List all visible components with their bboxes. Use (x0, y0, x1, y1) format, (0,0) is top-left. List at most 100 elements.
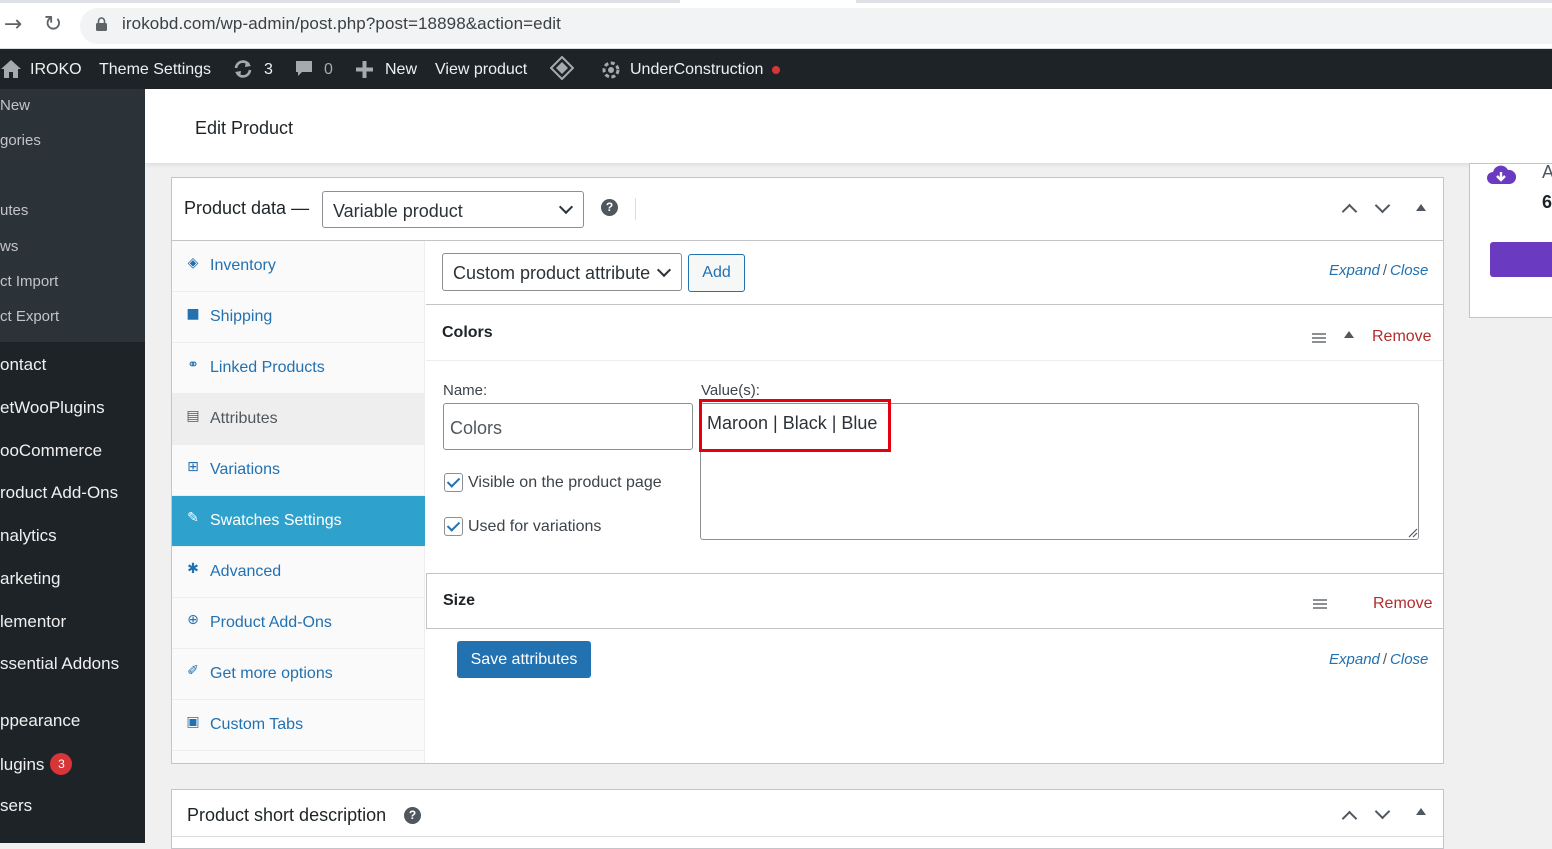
product-data-label: Product data — (184, 198, 310, 218)
drag-handle-icon[interactable] (1312, 333, 1326, 343)
product-data-panel: Product data — Variable product ? ◈ Inve… (171, 177, 1444, 764)
sidebar-sub-item-new[interactable]: New (0, 97, 30, 114)
tab-label: Swatches Settings (210, 512, 342, 529)
sidebar-item-plugins-label: lugins (0, 755, 45, 774)
diamond-logo-icon[interactable] (550, 56, 574, 80)
sidebar-sub-item-reviews[interactable]: ws (0, 238, 18, 255)
home-icon[interactable] (0, 59, 22, 79)
comments-count[interactable]: 0 (324, 49, 333, 89)
move-up-icon[interactable] (1341, 203, 1358, 220)
header-divider (635, 198, 636, 220)
wrench-icon: ✎ (187, 510, 199, 526)
attribute-name-input[interactable]: Colors (443, 403, 693, 450)
tab-product-add-ons[interactable]: ⊕ Product Add-Ons (172, 598, 425, 649)
move-down-icon[interactable] (1374, 803, 1391, 820)
drag-handle-icon[interactable] (1313, 599, 1327, 609)
link-separator: / (1382, 262, 1388, 279)
tab-label: Inventory (210, 257, 276, 274)
sidebar-sub-item-categories[interactable]: gories (0, 132, 41, 149)
grid-icon: ⊞ (187, 459, 199, 475)
name-label: Name: (443, 382, 488, 399)
sidebar-item-essential-addons[interactable]: ssential Addons (0, 654, 119, 674)
variations-label[interactable]: Used for variations (468, 518, 601, 536)
collapse-toggle-icon[interactable] (1344, 331, 1354, 338)
help-icon[interactable]: ? (404, 807, 421, 824)
sidebar-item-analytics[interactable]: nalytics (0, 526, 57, 546)
resize-handle-icon[interactable] (1408, 528, 1418, 538)
tab-custom-tabs[interactable]: ▣ Custom Tabs (172, 700, 425, 751)
new-link[interactable]: New (385, 49, 417, 89)
under-construction-link[interactable]: UnderConstruction (630, 49, 763, 89)
back-arrow-icon[interactable]: → (0, 12, 26, 38)
admin-bar: IROKO Theme Settings 3 0 New View produc… (0, 49, 1552, 89)
gear-icon[interactable] (600, 59, 622, 81)
sidebar-sub-item-attributes[interactable]: utes (0, 202, 28, 219)
lock-icon (96, 17, 107, 31)
expand-close-links: Expand / Close (1329, 262, 1428, 279)
variations-checkbox[interactable] (444, 517, 463, 536)
product-type-select[interactable]: Variable product (322, 191, 584, 228)
save-attributes-button[interactable]: Save attributes (457, 641, 591, 678)
product-data-header: Product data — Variable product ? (172, 178, 1443, 241)
tab-variations[interactable]: ⊞ Variations (172, 445, 425, 496)
updates-icon[interactable] (232, 59, 254, 79)
expand-link[interactable]: Expand (1329, 262, 1380, 279)
sidebar-item-marketing[interactable]: arketing (0, 569, 60, 589)
close-link[interactable]: Close (1390, 651, 1428, 668)
attribute-type-select[interactable]: Custom product attribute (442, 253, 682, 291)
attribute-size: Size Remove (426, 573, 1443, 629)
updates-count[interactable]: 3 (264, 49, 273, 89)
theme-settings-link[interactable]: Theme Settings (99, 49, 211, 89)
sidebar-item-woocommerce[interactable]: ooCommerce (0, 441, 102, 461)
sidebar-item-plugins[interactable]: lugins 3 (0, 753, 73, 775)
expand-link[interactable]: Expand (1329, 651, 1380, 668)
active-tab-edge (680, 0, 856, 3)
tab-shipping[interactable]: ■ Shipping (172, 292, 425, 343)
link-icon: ⚭ (187, 357, 199, 373)
attribute-title[interactable]: Size (443, 592, 475, 610)
sidebar-item-getwooplugins[interactable]: etWooPlugins (0, 398, 105, 418)
attribute-title[interactable]: Colors (442, 324, 493, 342)
sidebar-sub-item-product-import[interactable]: ct Import (0, 273, 58, 290)
sidebar-item-product-add-ons[interactable]: roduct Add-Ons (0, 483, 118, 503)
plus-icon[interactable] (356, 61, 373, 78)
tab-label: Linked Products (210, 359, 325, 376)
panel-divider (172, 836, 1443, 837)
view-product-link[interactable]: View product (435, 49, 527, 89)
visible-checkbox[interactable] (444, 473, 463, 492)
tag-icon: ◈ (187, 255, 199, 271)
tab-advanced[interactable]: ✱ Advanced (172, 547, 425, 598)
url-text[interactable]: irokobd.com/wp-admin/post.php?post=18898… (122, 14, 561, 34)
sidebar-item-contact[interactable]: ontact (0, 355, 46, 375)
attribute-type-value: Custom product attribute (453, 263, 651, 283)
tab-get-more-options[interactable]: ✐ Get more options (172, 649, 425, 700)
tab-inventory[interactable]: ◈ Inventory (172, 241, 425, 292)
sidebar-sub-item-product-export[interactable]: ct Export (0, 308, 59, 325)
truck-icon: ■ (186, 306, 200, 322)
move-up-icon[interactable] (1341, 810, 1358, 827)
collapse-toggle-icon[interactable] (1416, 808, 1426, 815)
admin-sidebar: New gories utes ws ct Import ct Export o… (0, 89, 145, 843)
sidebar-item-elementor[interactable]: lementor (0, 612, 66, 632)
list-icon: ▤ (186, 408, 200, 424)
comments-icon[interactable] (295, 60, 313, 78)
help-icon[interactable]: ? (601, 199, 618, 216)
tab-swatches-settings[interactable]: ✎ Swatches Settings (172, 496, 425, 547)
tab-attributes[interactable]: ▤ Attributes (172, 394, 425, 445)
remove-attribute-link[interactable]: Remove (1373, 595, 1433, 613)
visible-label[interactable]: Visible on the product page (468, 474, 662, 492)
site-name-link[interactable]: IROKO (30, 49, 82, 89)
reload-icon[interactable]: ↻ (40, 12, 66, 38)
add-attribute-button[interactable]: Add (688, 254, 745, 292)
sidebar-item-users[interactable]: sers (0, 796, 32, 816)
tab-linked-products[interactable]: ⚭ Linked Products (172, 343, 425, 394)
collapse-toggle-icon[interactable] (1416, 204, 1426, 211)
highlight-box (699, 399, 891, 452)
remove-attribute-link[interactable]: Remove (1372, 328, 1432, 346)
sidebar-item-appearance[interactable]: ppearance (0, 711, 80, 731)
short-description-label: Product short description (187, 805, 387, 825)
close-link[interactable]: Close (1390, 262, 1428, 279)
move-down-icon[interactable] (1374, 197, 1391, 214)
tab-label: Get more options (210, 665, 333, 682)
purple-action-button[interactable] (1490, 242, 1552, 277)
